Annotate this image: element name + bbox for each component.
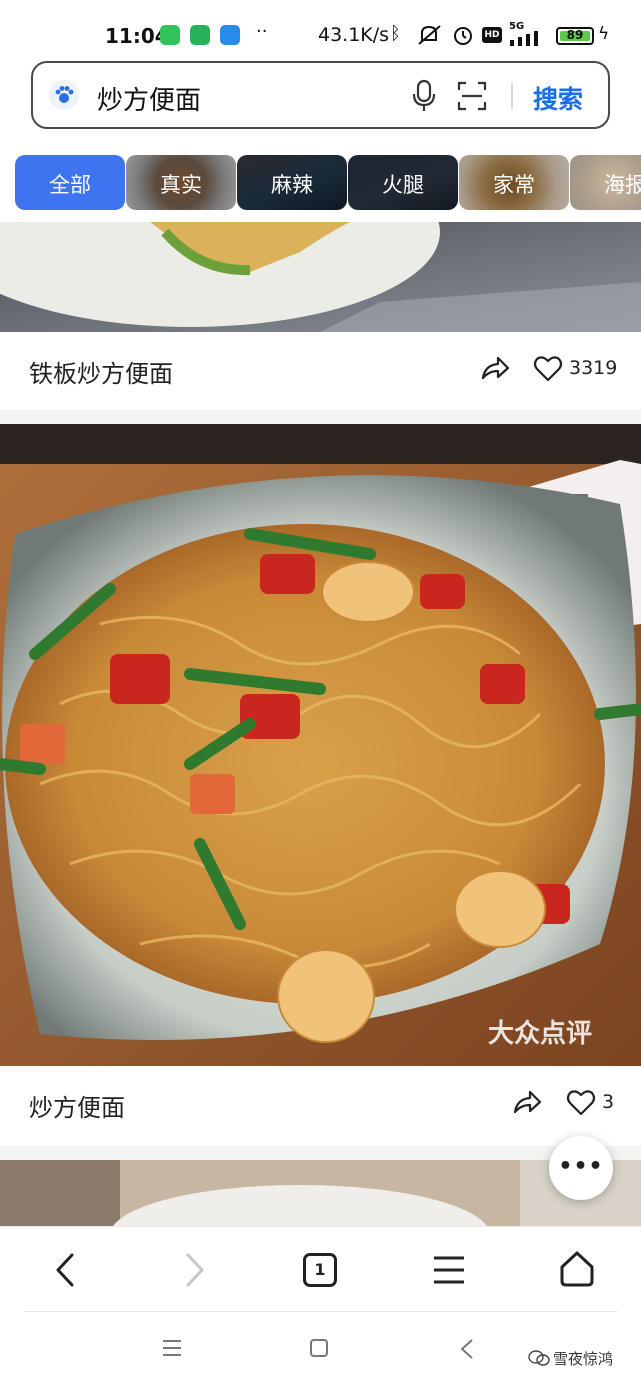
home-icon[interactable]: [557, 1249, 597, 1289]
chip-all[interactable]: 全部: [15, 155, 125, 210]
search-input[interactable]: 炒方便面: [97, 80, 201, 117]
forward-icon[interactable]: [182, 1251, 208, 1289]
card-1-info: 铁板炒方便面 3319: [0, 332, 641, 410]
chip-label: 全部: [49, 173, 91, 197]
battery-icon: 89: [556, 27, 594, 45]
card-title[interactable]: 炒方便面: [29, 1088, 125, 1123]
account-watermark: 雪夜惊鸿: [553, 1350, 614, 1368]
chip-homestyle[interactable]: 家常: [459, 155, 569, 210]
dish-photo-2: 大众点评: [0, 424, 641, 1066]
card-title[interactable]: 铁板炒方便面: [29, 354, 173, 389]
mute-icon: [418, 25, 441, 45]
menu-icon[interactable]: [432, 1253, 466, 1287]
card-3-photo[interactable]: [0, 1160, 641, 1226]
tabs-button[interactable]: 1: [303, 1253, 337, 1287]
card-2-info: 炒方便面 3: [0, 1066, 641, 1146]
category-chips: 全部 真实 麻辣 火腿 家常 海报: [0, 150, 641, 216]
app-shield-icon: [190, 25, 210, 45]
alarm-icon: [454, 27, 472, 45]
scan-icon[interactable]: [457, 81, 487, 111]
battery-level: 89: [566, 28, 584, 42]
chip-real[interactable]: 真实: [126, 155, 236, 210]
photo-watermark: 大众点评: [488, 1018, 592, 1049]
navbar-divider: [24, 1311, 617, 1312]
more-notifications-icon: ··: [256, 21, 268, 42]
wechat-watermark-icon: [528, 1350, 550, 1366]
chip-label: 真实: [160, 173, 202, 197]
page: 11:04 ·· 43.1K/s ᛒ HD 5G 89 ϟ 炒方便面 搜索 全部…: [0, 0, 641, 1389]
back-icon[interactable]: [52, 1251, 78, 1289]
search-divider: [511, 83, 513, 109]
card-1-photo[interactable]: [0, 222, 641, 332]
search-button[interactable]: 搜索: [533, 80, 583, 116]
bluetooth-icon: ᛒ: [390, 23, 401, 44]
app-send-icon: [220, 25, 240, 45]
wechat-icon: [160, 25, 180, 45]
more-button[interactable]: •••: [549, 1136, 613, 1200]
microphone-icon[interactable]: [411, 79, 437, 113]
like-count: 3: [602, 1091, 615, 1113]
network-speed: 43.1K/s: [318, 24, 390, 46]
signal-icon: [510, 31, 538, 46]
charging-icon: ϟ: [598, 24, 610, 44]
chip-ham[interactable]: 火腿: [348, 155, 458, 210]
paw-logo-icon: [49, 80, 79, 110]
card-2-photo[interactable]: 大众点评: [0, 424, 641, 1066]
more-dots-icon: •••: [558, 1154, 604, 1179]
system-home-icon[interactable]: [309, 1338, 329, 1358]
card-separator: [0, 410, 641, 424]
recent-apps-icon[interactable]: [162, 1338, 182, 1358]
chip-label: 家常: [493, 173, 535, 197]
chip-label: 海报: [604, 173, 641, 197]
chip-label: 麻辣: [271, 173, 313, 197]
card-separator: [0, 1146, 641, 1160]
chip-label: 火腿: [382, 173, 424, 197]
system-back-icon[interactable]: [459, 1338, 475, 1360]
chip-poster[interactable]: 海报: [570, 155, 641, 210]
share-icon[interactable]: [512, 1088, 542, 1116]
status-bar: 11:04 ·· 43.1K/s ᛒ HD 5G 89 ϟ: [0, 0, 641, 62]
like-heart-icon[interactable]: [533, 354, 563, 382]
hd-badge: HD: [482, 27, 502, 43]
dish-photo-1: [0, 222, 641, 332]
chip-spicy[interactable]: 麻辣: [237, 155, 347, 210]
share-icon[interactable]: [480, 354, 510, 382]
browser-toolbar: 1: [0, 1226, 641, 1314]
like-heart-icon[interactable]: [566, 1088, 596, 1116]
like-count: 3319: [569, 357, 618, 379]
search-bar[interactable]: 炒方便面 搜索: [31, 61, 610, 129]
dish-photo-3: [0, 1160, 641, 1226]
